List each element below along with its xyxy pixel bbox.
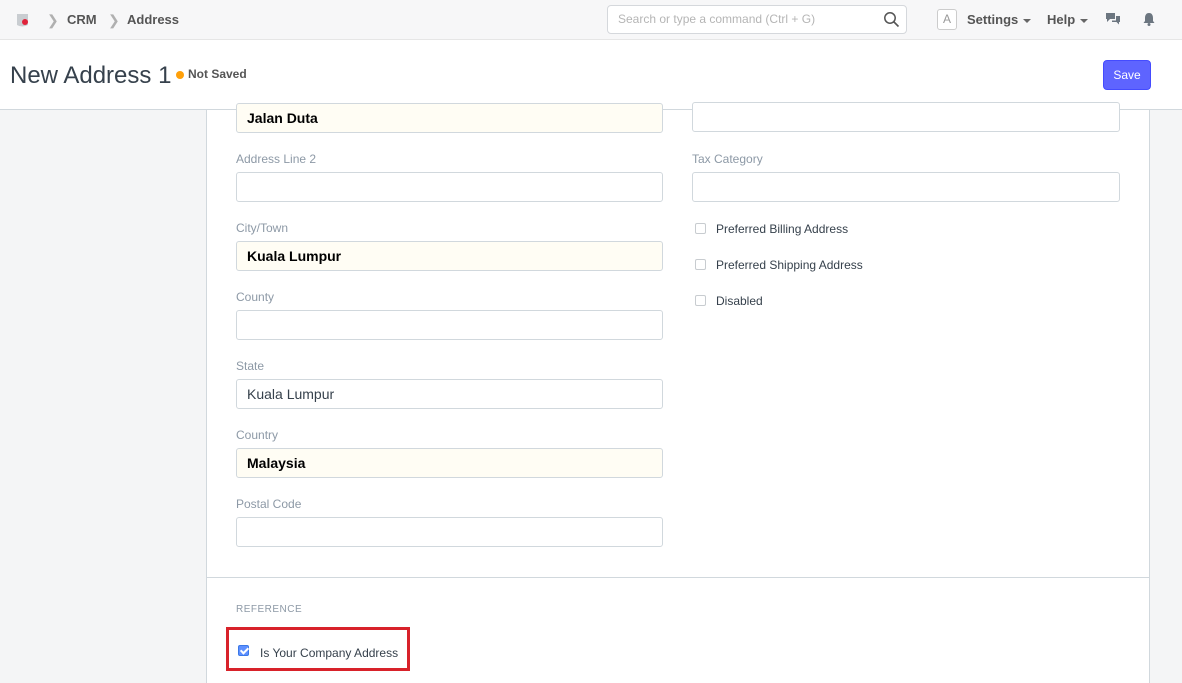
postal-code-field[interactable] [236,517,663,547]
preferred-shipping-checkbox[interactable] [695,259,706,270]
status-indicator-dot [176,71,184,79]
country-label: Country [236,428,279,442]
help-dropdown[interactable]: Help [1047,12,1089,27]
top-navbar: ❯ CRM ❯ Address A Settings Help [0,0,1182,40]
save-button[interactable]: Save [1103,60,1151,90]
address-line2-label: Address Line 2 [236,152,317,166]
app-logo-icon[interactable] [14,11,32,29]
city-label: City/Town [236,221,289,235]
search-input[interactable] [618,12,878,26]
postal-code-label: Postal Code [236,497,302,511]
city-field[interactable] [236,241,663,271]
section-divider [207,577,1149,578]
chat-icon[interactable] [1105,11,1121,27]
help-label: Help [1047,12,1076,27]
caret-down-icon [1080,18,1089,23]
breadcrumb-crm[interactable]: CRM [67,12,97,27]
company-address-label: Is Your Company Address [260,646,399,660]
preferred-shipping-label: Preferred Shipping Address [716,258,863,272]
state-label: State [236,359,265,373]
page-title: New Address 1 [10,62,172,89]
country-field[interactable] [236,448,663,478]
bell-icon[interactable] [1141,11,1157,27]
address-line1-field[interactable] [236,103,663,133]
state-field[interactable] [236,379,663,409]
reference-section-title: REFERENCE [236,604,303,615]
company-address-checkbox[interactable] [238,645,249,656]
county-field[interactable] [236,310,663,340]
breadcrumb-address[interactable]: Address [127,12,179,27]
preferred-billing-checkbox[interactable] [695,223,706,234]
page-head: New Address 1 Not Saved Save [0,40,1182,110]
address-line2-field[interactable] [236,172,663,202]
disabled-checkbox[interactable] [695,295,706,306]
tax-category-field[interactable] [692,172,1120,202]
chevron-right-icon: ❯ [47,12,59,28]
disabled-label: Disabled [716,294,763,308]
avatar[interactable]: A [937,9,957,30]
county-label: County [236,290,275,304]
settings-label: Settings [967,12,1019,27]
search-bar [607,5,907,34]
preferred-billing-label: Preferred Billing Address [716,222,849,236]
caret-down-icon [1023,18,1032,23]
form-panel: Address Line 2 City/Town County State Co… [206,102,1150,683]
settings-dropdown[interactable]: Settings [967,12,1032,27]
tax-category-label: Tax Category [692,152,763,166]
chevron-right-icon: ❯ [108,12,120,28]
right-top-field[interactable] [692,102,1120,132]
status-badge: Not Saved [188,67,247,81]
search-icon[interactable] [883,11,900,28]
